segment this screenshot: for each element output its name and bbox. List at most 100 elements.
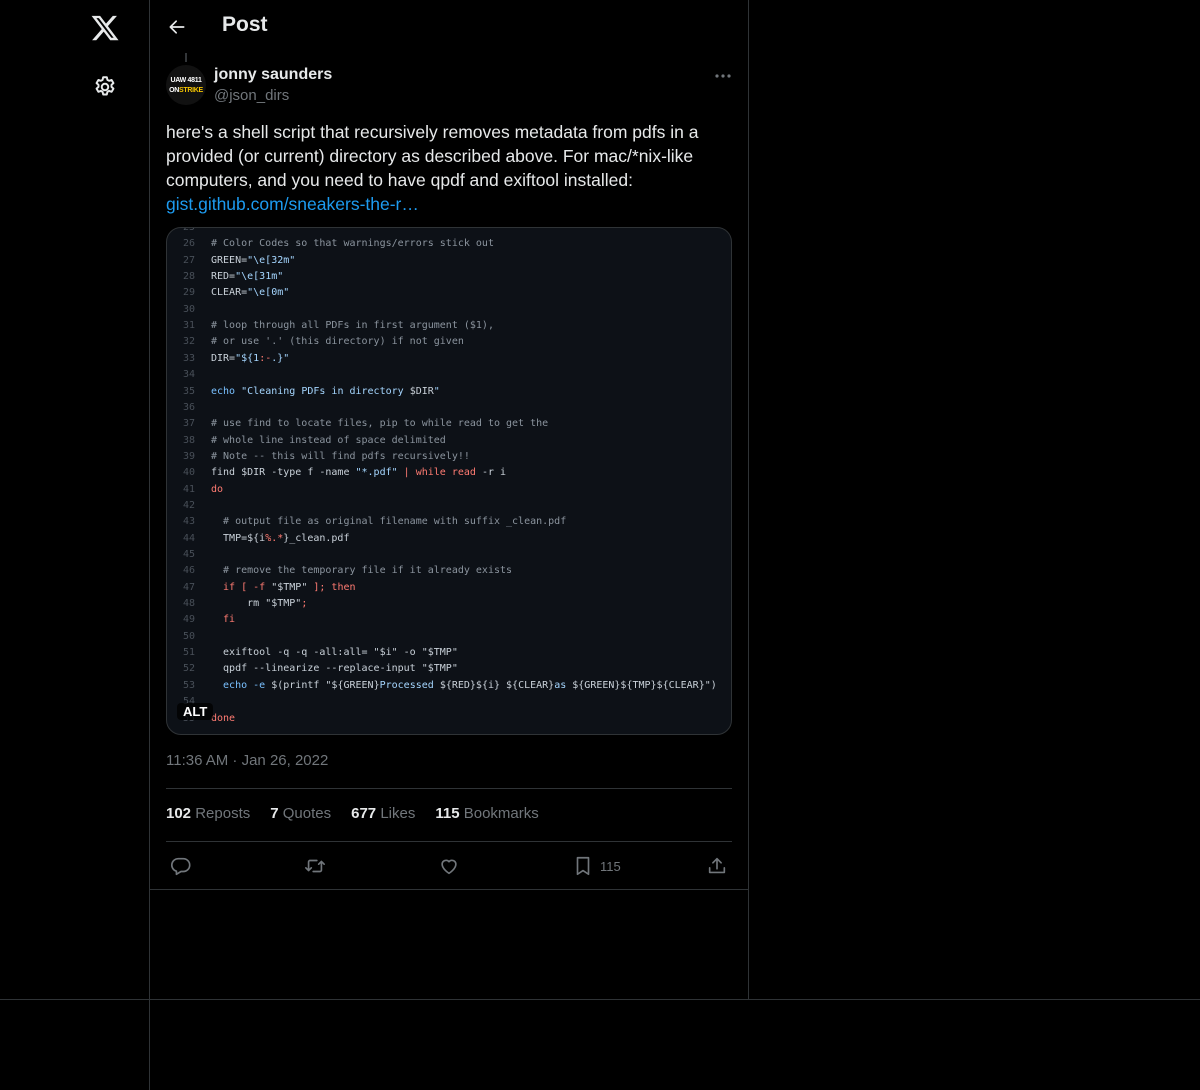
code-line: 53 echo -e $(printf "${GREEN}Processed $… <box>167 680 717 696</box>
code-token: .}" <box>271 352 290 364</box>
code-token: fi <box>211 614 236 626</box>
code-token: "$TMP" <box>265 598 302 610</box>
reply-button[interactable] <box>170 853 192 879</box>
back-arrow-icon[interactable] <box>164 13 190 41</box>
author-name[interactable]: jonny saunders <box>214 66 332 84</box>
line-number: 25 <box>182 227 195 233</box>
code-token: "*.pdf" <box>355 467 398 479</box>
post-body-text: here's a shell script that recursively r… <box>166 122 699 190</box>
code-token: TMP=${i <box>211 532 266 544</box>
code-line: 51 exiftool -q -q -all:all= "$i" -o "$TM… <box>167 647 458 663</box>
code-token: RED= <box>211 271 236 283</box>
avatar[interactable]: UAW 4811 ONSTRIKE <box>166 65 206 105</box>
like-button[interactable] <box>438 853 460 879</box>
line-number: 38 <box>182 434 195 446</box>
code-token: as <box>554 679 573 691</box>
stat-count: 7 <box>270 805 279 822</box>
code-line: 25 <box>167 227 211 238</box>
code-token: # loop through all PDFs in first argumen… <box>211 320 494 332</box>
code-token: " <box>433 385 440 397</box>
alt-badge[interactable]: ALT <box>177 703 214 720</box>
share-button[interactable] <box>706 853 728 879</box>
code-line: 27 GREEN="\e[32m" <box>167 255 295 271</box>
line-number: 31 <box>182 320 195 332</box>
code-token: }_clean.pdf <box>283 532 350 544</box>
settings-gear-icon[interactable] <box>92 74 118 100</box>
stat-likes[interactable]: 677 Likes <box>351 805 415 822</box>
code-token: "${1 <box>235 352 260 364</box>
code-token: "$TMP" <box>271 581 308 593</box>
code-token: exiftool -q -q -all:all= "$i" -o "$TMP" <box>211 647 458 659</box>
stat-reposts[interactable]: 102 Reposts <box>166 805 250 822</box>
bottom-divider <box>0 999 1200 1000</box>
code-token: "\e[32m" <box>247 254 296 266</box>
line-number: 34 <box>182 369 195 381</box>
code-token: ; <box>301 598 308 610</box>
code-screenshot-image[interactable]: 25 26 # Color Codes so that warnings/error… <box>166 227 732 735</box>
line-number: 44 <box>182 532 195 544</box>
divider <box>149 889 749 890</box>
heart-icon <box>438 855 460 877</box>
code-line: 52 qpdf --linearize --replace-input "$TM… <box>167 663 458 679</box>
gist-link[interactable]: gist.github.com/sneakers-the-r… <box>166 194 419 214</box>
code-token: Processed <box>379 679 440 691</box>
post-text: here's a shell script that recursively r… <box>166 120 736 216</box>
share-icon <box>706 855 728 877</box>
repost-icon <box>303 855 327 877</box>
code-line: 45 <box>167 549 211 565</box>
thread-connector-line <box>185 53 187 62</box>
stat-label: Quotes <box>282 805 332 822</box>
stat-label: Bookmarks <box>463 805 539 822</box>
engagement-stats: 102 Reposts 7 Quotes 677 Likes 115 Bookm… <box>166 805 539 822</box>
code-token: DIR= <box>211 352 236 364</box>
page-title: Post <box>222 13 268 36</box>
code-line: 50 <box>167 631 211 647</box>
code-token: "\e[0m" <box>247 287 290 299</box>
code-line: 37 # use find to locate files, pip to whi… <box>167 418 548 434</box>
post-timestamp[interactable]: 11:36 AM · Jan 26, 2022 <box>166 752 328 769</box>
bookmark-icon <box>572 855 594 877</box>
stat-label: Likes <box>380 805 416 822</box>
code-token: | while read <box>397 467 476 479</box>
code-token: done <box>211 712 236 724</box>
line-number: 47 <box>182 581 195 593</box>
code-line: 48 rm "$TMP"; <box>167 598 307 614</box>
stat-bookmarks[interactable]: 115 Bookmarks <box>435 805 538 822</box>
bookmark-button[interactable]: 115 <box>572 853 621 879</box>
stat-quotes[interactable]: 7 Quotes <box>270 805 331 822</box>
line-number: 53 <box>182 679 195 691</box>
line-number: 46 <box>182 565 195 577</box>
code-token: # remove the temporary file if it alread… <box>211 565 513 577</box>
line-number: 42 <box>182 499 195 511</box>
code-token: find $DIR -type f -name <box>211 467 356 479</box>
code-line: 38 # whole line instead of space delimite… <box>167 435 446 451</box>
author-handle[interactable]: @json_dirs <box>214 87 289 104</box>
code-token: # Color Codes so that warnings/errors st… <box>211 238 494 250</box>
line-number: 26 <box>182 238 195 250</box>
line-number: 37 <box>182 418 195 430</box>
code-line: 42 <box>167 500 211 516</box>
stat-count: 102 <box>166 805 192 822</box>
code-line: 43 # output file as original filename wi… <box>167 516 566 532</box>
x-logo-icon[interactable] <box>89 12 121 44</box>
code-token: if [ -f <box>211 581 272 593</box>
line-number: 50 <box>182 630 195 642</box>
code-token: echo <box>211 385 242 397</box>
right-column-border <box>748 0 749 1000</box>
divider <box>166 788 732 789</box>
code-token: # Note -- this will find pdfs recursivel… <box>211 450 470 462</box>
line-number: 32 <box>182 336 195 348</box>
code-token: GREEN= <box>211 254 248 266</box>
code-token: "Cleaning PDFs in directory <box>241 385 410 397</box>
stat-label: Reposts <box>195 805 251 822</box>
code-token: ]; then <box>307 581 356 593</box>
line-number: 33 <box>182 352 195 364</box>
repost-button[interactable] <box>303 853 327 879</box>
code-line: 34 <box>167 369 211 385</box>
avatar-text-line: ON <box>169 86 180 94</box>
line-number: 52 <box>182 663 195 675</box>
line-number: 29 <box>182 287 195 299</box>
code-line: 49 fi <box>167 614 235 630</box>
line-number: 28 <box>182 271 195 283</box>
more-options-icon[interactable] <box>712 66 734 86</box>
